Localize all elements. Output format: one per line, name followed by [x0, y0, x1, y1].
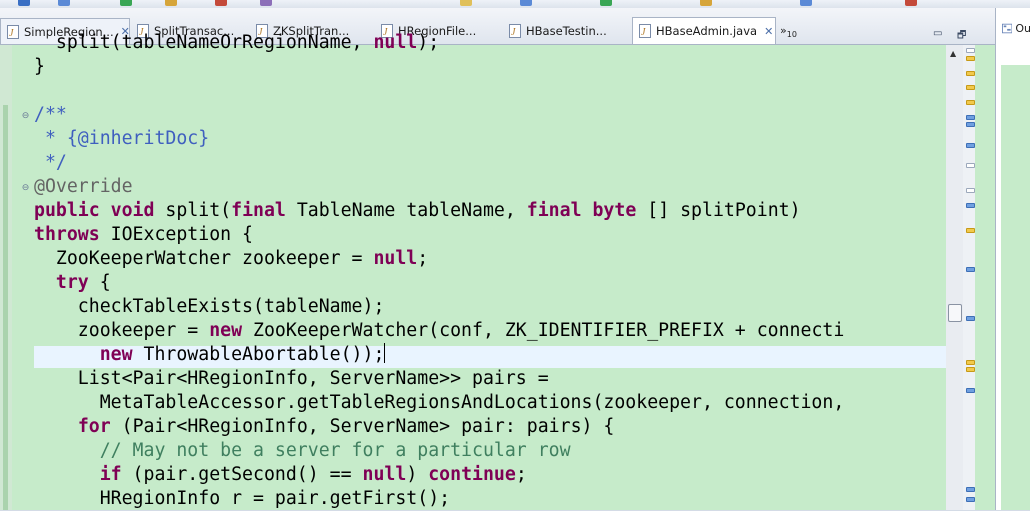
scroll-up-arrow-icon[interactable]: ▲ [950, 49, 956, 58]
fold-collapse-icon[interactable]: ⊖ [21, 112, 30, 121]
overview-marker[interactable] [966, 48, 975, 53]
code-line: try { [55, 272, 111, 293]
toolbar-icon[interactable] [260, 0, 272, 6]
text-caret [384, 343, 386, 363]
toolbar-icon[interactable] [700, 0, 712, 6]
quick-diff-bar [3, 105, 8, 510]
code-line: } [34, 56, 45, 77]
code-line: zookeeper = new ZooKeeperWatcher(conf, Z… [34, 320, 845, 341]
code-editor[interactable]: ⊖ ⊖ split(tableNameOrRegionName, null);}… [0, 32, 995, 510]
minimize-icon[interactable]: ▭ [933, 28, 942, 39]
overview-marker[interactable] [966, 267, 975, 272]
tab-label: Ou [1015, 22, 1030, 35]
maximize-icon[interactable]: 🗗 [957, 28, 966, 45]
code-line: List<Pair<HRegionInfo, ServerName>> pair… [34, 368, 549, 389]
code-line: checkTableExists(tableName); [34, 296, 385, 317]
overview-ruler[interactable] [963, 45, 975, 510]
code-line: HRegionInfo r = pair.getFirst(); [34, 488, 451, 509]
code-line: // May not be a server for a particular … [34, 440, 571, 461]
overview-marker[interactable] [966, 316, 975, 321]
overview-marker[interactable] [966, 143, 975, 148]
code-line: MetaTableAccessor.getTableRegionsAndLoca… [34, 392, 845, 413]
toolbar-icon[interactable] [165, 0, 177, 6]
code-line: if (pair.getSecond() == null) continue; [99, 464, 527, 485]
code-line: */ [34, 152, 67, 173]
main-toolbar [0, 0, 1030, 8]
code-line: throws IOException { [34, 224, 254, 245]
overview-marker[interactable] [966, 115, 975, 120]
code-line: ZooKeeperWatcher zookeeper = null; [34, 248, 429, 269]
vertical-scrollbar[interactable]: ▲ [946, 45, 963, 510]
toolbar-icon[interactable] [460, 0, 472, 6]
toolbar-icon[interactable] [600, 0, 612, 6]
code-line: * {@inheritDoc} [34, 128, 210, 149]
overview-marker[interactable] [966, 100, 975, 105]
toolbar-icon[interactable] [800, 0, 812, 6]
svg-text:J: J [9, 28, 14, 39]
code-line: @Override [34, 176, 133, 197]
overview-marker[interactable] [966, 228, 975, 233]
overview-marker[interactable] [966, 188, 975, 193]
toolbar-icon[interactable] [215, 0, 227, 6]
outline-panel: Ou [995, 8, 1030, 510]
code-line: /** [34, 104, 67, 125]
toolbar-icon[interactable] [520, 0, 532, 6]
overview-marker[interactable] [966, 203, 975, 208]
overview-marker[interactable] [966, 367, 975, 372]
code-line: new ThrowableAbortable()); [99, 343, 386, 365]
toolbar-icon[interactable] [905, 0, 917, 6]
overview-marker[interactable] [966, 85, 975, 90]
overview-marker[interactable] [966, 71, 975, 76]
toolbar-icon[interactable] [18, 0, 30, 6]
toolbar-icon[interactable] [58, 0, 70, 6]
toolbar-icon[interactable] [120, 0, 132, 6]
code-text[interactable]: split(tableNameOrRegionName, null);} /**… [34, 31, 844, 511]
code-line: split(tableNameOrRegionName, null); [34, 32, 440, 53]
overview-marker[interactable] [966, 122, 975, 127]
overview-marker[interactable] [966, 163, 975, 168]
overview-marker[interactable] [966, 388, 975, 393]
overview-marker[interactable] [966, 56, 975, 61]
code-line: public void split(final TableName tableN… [34, 200, 801, 221]
tab-outline[interactable]: Ou [996, 16, 1030, 41]
overview-marker[interactable] [966, 497, 975, 502]
java-file-icon: J [7, 24, 19, 39]
overview-marker[interactable] [966, 360, 975, 365]
scrollbar-thumb[interactable] [948, 304, 962, 322]
fold-collapse-icon[interactable]: ⊖ [21, 184, 30, 193]
outline-icon [1002, 23, 1013, 34]
outline-tree[interactable] [1001, 65, 1030, 510]
overview-marker[interactable] [966, 487, 975, 492]
code-line: for (Pair<HRegionInfo, ServerName> pair:… [77, 416, 615, 437]
